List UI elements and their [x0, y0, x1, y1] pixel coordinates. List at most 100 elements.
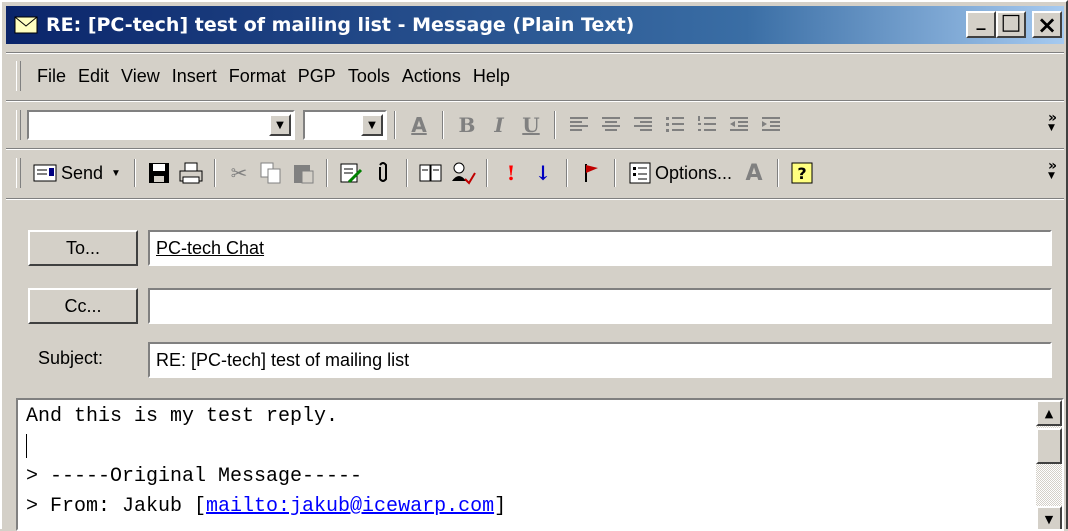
divider: [6, 52, 1064, 54]
arrow-up-icon: ▲: [1044, 406, 1054, 420]
toolbar-separator: [565, 159, 568, 187]
scroll-down-button[interactable]: ▼: [1036, 506, 1062, 529]
importance-low-icon: ↓: [534, 161, 552, 185]
toolbar-separator: [485, 159, 488, 187]
subject-value: RE: [PC-tech] test of mailing list: [156, 349, 410, 370]
menu-tools[interactable]: Tools: [342, 66, 396, 87]
close-icon: ×: [1036, 10, 1058, 39]
chevron-down-icon[interactable]: ▼: [361, 114, 383, 136]
vertical-scrollbar[interactable]: ▲ ▼: [1036, 400, 1062, 529]
toolbar-grip[interactable]: [16, 158, 21, 188]
body-line-suffix: ]: [494, 495, 507, 518]
align-left-icon[interactable]: [563, 109, 595, 141]
importance-high-button[interactable]: !: [495, 157, 527, 189]
menu-actions[interactable]: Actions: [396, 66, 467, 87]
importance-low-button[interactable]: ↓: [527, 157, 559, 189]
bold-button[interactable]: B: [451, 109, 483, 141]
menu-bar: File Edit View Insert Format PGP Tools A…: [16, 58, 516, 94]
scroll-thumb[interactable]: [1036, 428, 1062, 464]
formatting-toolbar: ▼ ▼ A B I U: [16, 106, 787, 144]
print-icon[interactable]: [175, 157, 207, 189]
svg-text:?: ?: [797, 164, 806, 183]
font-color-letter: A: [411, 113, 427, 137]
window-title: RE: [PC-tech] test of mailing list - Mes…: [46, 14, 635, 36]
font-size-combo[interactable]: ▼: [303, 110, 387, 140]
flag-icon[interactable]: [575, 157, 607, 189]
paste-icon[interactable]: [287, 157, 319, 189]
importance-high-icon: !: [506, 161, 516, 185]
minimize-icon: _: [976, 10, 986, 31]
send-button[interactable]: Send ▼: [27, 158, 127, 188]
to-field[interactable]: PC-tech Chat: [148, 230, 1052, 266]
body-line: > -----Original Message-----: [26, 465, 363, 488]
maximize-button[interactable]: □: [996, 10, 1026, 38]
help-icon[interactable]: ?: [786, 157, 818, 189]
arrow-down-icon: ▼: [1044, 512, 1054, 526]
cc-field[interactable]: [148, 288, 1052, 324]
standard-toolbar: Send ▼ ✂ ! ↓ Options... A ?: [16, 154, 818, 192]
save-icon[interactable]: [143, 157, 175, 189]
font-name-combo[interactable]: ▼: [27, 110, 295, 140]
menu-format[interactable]: Format: [223, 66, 292, 87]
minimize-button[interactable]: _: [966, 10, 996, 38]
menu-insert[interactable]: Insert: [166, 66, 223, 87]
address-book-icon[interactable]: [415, 157, 447, 189]
to-button-label: To...: [65, 237, 100, 258]
bullets-icon[interactable]: [659, 109, 691, 141]
subject-field[interactable]: RE: [PC-tech] test of mailing list: [148, 342, 1052, 378]
menu-file[interactable]: File: [31, 66, 72, 87]
increase-indent-icon[interactable]: [755, 109, 787, 141]
cut-icon[interactable]: ✂: [223, 157, 255, 189]
menu-pgp[interactable]: PGP: [292, 66, 342, 87]
copy-icon[interactable]: [255, 157, 287, 189]
mailto-link[interactable]: mailto:jakub@icewarp.com: [206, 495, 494, 518]
toolbar-separator: [554, 111, 556, 139]
divider: [6, 100, 1064, 102]
toolbar-separator: [442, 111, 444, 139]
address-book-check-icon[interactable]: [335, 157, 367, 189]
body-text[interactable]: And this is my test reply. > -----Origin…: [26, 402, 506, 522]
toolbar-separator: [325, 159, 328, 187]
message-body[interactable]: And this is my test reply. > -----Origin…: [16, 398, 1064, 531]
toolbar-separator: [133, 159, 136, 187]
to-value: PC-tech Chat: [156, 237, 265, 258]
center-icon[interactable]: [595, 109, 627, 141]
title-bar[interactable]: RE: [PC-tech] test of mailing list - Mes…: [6, 6, 1064, 44]
envelope-icon: [14, 16, 38, 34]
divider: [6, 148, 1064, 150]
font-color-icon[interactable]: A: [403, 109, 435, 141]
close-button[interactable]: ×: [1032, 10, 1062, 39]
toolbar-separator: [613, 159, 616, 187]
scroll-up-button[interactable]: ▲: [1036, 400, 1062, 426]
options-icon: [629, 162, 651, 184]
menubar-grip[interactable]: [16, 61, 21, 91]
bold-icon: B: [458, 113, 476, 137]
underline-icon: U: [522, 113, 540, 137]
message-window: RE: [PC-tech] test of mailing list - Mes…: [0, 0, 1068, 531]
align-right-icon[interactable]: [627, 109, 659, 141]
chevron-down-icon[interactable]: ▼: [269, 114, 291, 136]
italic-button[interactable]: I: [483, 109, 515, 141]
to-button[interactable]: To...: [28, 230, 138, 266]
cc-button-label: Cc...: [64, 295, 102, 316]
menu-edit[interactable]: Edit: [72, 66, 115, 87]
toolbar-grip[interactable]: [16, 110, 21, 140]
toolbar-overflow-icon[interactable]: » ▼: [1048, 158, 1057, 190]
cc-button[interactable]: Cc...: [28, 288, 138, 324]
menu-help[interactable]: Help: [467, 66, 516, 87]
toolbar-overflow-icon[interactable]: » ▼: [1048, 110, 1057, 142]
attachment-icon[interactable]: [367, 157, 399, 189]
send-icon: [33, 164, 57, 182]
underline-button[interactable]: U: [515, 109, 547, 141]
text-size-icon[interactable]: A: [738, 157, 770, 189]
check-names-icon[interactable]: [447, 157, 479, 189]
options-button[interactable]: Options...: [623, 158, 738, 188]
numbering-icon[interactable]: [691, 109, 723, 141]
body-line: And this is my test reply.: [26, 405, 339, 428]
options-label: Options...: [654, 162, 732, 183]
menu-view[interactable]: View: [115, 66, 166, 87]
italic-icon: I: [494, 113, 504, 137]
decrease-indent-icon[interactable]: [723, 109, 755, 141]
chevron-down-icon[interactable]: ▼: [111, 168, 121, 179]
maximize-icon: □: [1000, 10, 1022, 35]
